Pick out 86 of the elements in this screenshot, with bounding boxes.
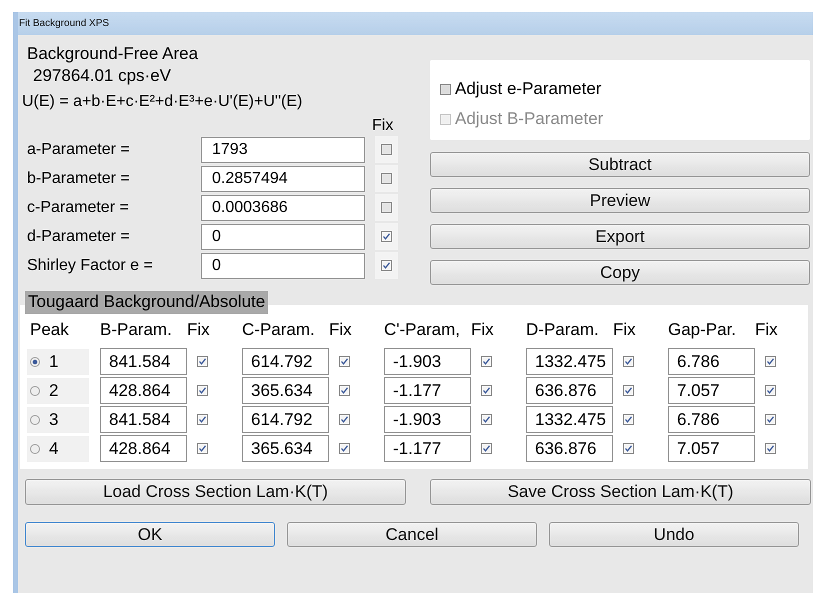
- checkbox[interactable]: [197, 414, 208, 425]
- parameter-field[interactable]: 6.786: [668, 348, 755, 375]
- checkbox[interactable]: [765, 356, 776, 367]
- checkbox[interactable]: [197, 356, 208, 367]
- parameter-field[interactable]: 0: [201, 252, 365, 278]
- checkbox[interactable]: [481, 414, 492, 425]
- checkbox[interactable]: [765, 443, 776, 454]
- parameter-field[interactable]: 1332.475: [526, 348, 613, 375]
- parameter-label: d-Parameter =: [27, 228, 131, 246]
- parameter-field[interactable]: 636.876: [526, 377, 613, 404]
- checkbox[interactable]: [339, 385, 350, 396]
- column-header: C-Param.: [242, 319, 316, 340]
- parameter-field[interactable]: 614.792: [242, 348, 329, 375]
- parameter-field[interactable]: -1.903: [384, 348, 471, 375]
- dialog-button[interactable]: OK: [25, 522, 275, 547]
- dialog-button[interactable]: Undo: [549, 522, 799, 547]
- formula-text: U(E) = a+b·E+c·E²+d·E³+e·U'(E)+U''(E): [22, 92, 304, 112]
- checkbox[interactable]: [381, 202, 392, 213]
- action-button[interactable]: Export: [430, 224, 810, 249]
- parameter-label: b-Parameter =: [27, 170, 131, 188]
- parameter-field[interactable]: 614.792: [242, 406, 329, 433]
- checkbox[interactable]: [765, 385, 776, 396]
- checkbox[interactable]: [481, 356, 492, 367]
- checkbox[interactable]: [381, 173, 392, 184]
- parameter-field[interactable]: 841.584: [100, 406, 187, 433]
- checkbox[interactable]: [623, 414, 634, 425]
- checkbox[interactable]: [623, 385, 634, 396]
- column-header: Peak: [29, 319, 70, 340]
- checkbox[interactable]: [339, 443, 350, 454]
- dialog-button[interactable]: Cancel: [287, 522, 537, 547]
- peak-radio[interactable]: 2: [27, 378, 89, 404]
- checkbox[interactable]: [623, 443, 634, 454]
- parameter-field[interactable]: 6.786: [668, 406, 755, 433]
- parameter-field[interactable]: 365.634: [242, 435, 329, 462]
- checkbox[interactable]: [765, 414, 776, 425]
- checkbox[interactable]: [381, 144, 392, 155]
- checkbox[interactable]: [381, 260, 392, 271]
- checkbox[interactable]: [381, 231, 392, 242]
- column-header: Gap-Par.: [668, 319, 738, 340]
- parameter-label: c-Parameter =: [27, 198, 130, 216]
- checkbox[interactable]: [339, 414, 350, 425]
- parameter-field[interactable]: -1.177: [384, 435, 471, 462]
- checkbox[interactable]: [339, 356, 350, 367]
- column-header: Fix: [613, 319, 637, 340]
- parameter-field[interactable]: 7.057: [668, 377, 755, 404]
- column-header: B-Param.: [100, 319, 173, 340]
- column-header: Fix: [755, 319, 779, 340]
- parameter-field[interactable]: -1.177: [384, 377, 471, 404]
- section-title: Tougaard Background/Absolute: [25, 291, 268, 314]
- parameter-field[interactable]: 0.0003686: [201, 194, 365, 220]
- column-header: Fix: [471, 319, 495, 340]
- peak-radio[interactable]: 4: [27, 436, 89, 462]
- parameter-field[interactable]: 0: [201, 224, 365, 250]
- parameter-field[interactable]: 428.864: [100, 435, 187, 462]
- column-header: Fix: [187, 319, 211, 340]
- parameter-field[interactable]: 7.057: [668, 435, 755, 462]
- action-button[interactable]: Preview: [430, 188, 810, 213]
- cross-section-button[interactable]: Save Cross Section Lam·K(T): [430, 479, 811, 505]
- parameter-label: a-Parameter =: [27, 140, 131, 158]
- checkbox[interactable]: [481, 443, 492, 454]
- parameter-field[interactable]: 365.634: [242, 377, 329, 404]
- parameter-field[interactable]: -1.903: [384, 406, 471, 433]
- column-header: D-Param.: [526, 319, 600, 340]
- column-header: C'-Param,: [384, 319, 461, 340]
- peak-radio[interactable]: 3: [27, 406, 89, 432]
- parameter-field[interactable]: 1332.475: [526, 406, 613, 433]
- peak-radio[interactable]: 1: [27, 348, 89, 374]
- parameter-label: Shirley Factor e =: [27, 256, 154, 274]
- parameter-field[interactable]: 841.584: [100, 348, 187, 375]
- parameter-field[interactable]: 0.2857494: [201, 166, 365, 192]
- checkbox[interactable]: [197, 385, 208, 396]
- area-value: 297864.01 cps·eV: [33, 66, 172, 86]
- action-button[interactable]: Subtract: [430, 152, 810, 177]
- window-title: Fit Background XPS: [19, 18, 110, 29]
- area-label: Background-Free Area: [27, 44, 200, 64]
- cross-section-button[interactable]: Load Cross Section Lam·K(T): [25, 479, 406, 505]
- column-header: Fix: [329, 319, 353, 340]
- action-button[interactable]: Copy: [430, 260, 810, 285]
- option-checkbox[interactable]: Adjust e-Parameter: [440, 74, 602, 104]
- checkbox[interactable]: [197, 443, 208, 454]
- checkbox[interactable]: [481, 385, 492, 396]
- parameter-field[interactable]: 428.864: [100, 377, 187, 404]
- checkbox[interactable]: [623, 356, 634, 367]
- fix-header: Fix: [372, 117, 394, 135]
- parameter-field[interactable]: 1793: [201, 136, 365, 162]
- parameter-field[interactable]: 636.876: [526, 435, 613, 462]
